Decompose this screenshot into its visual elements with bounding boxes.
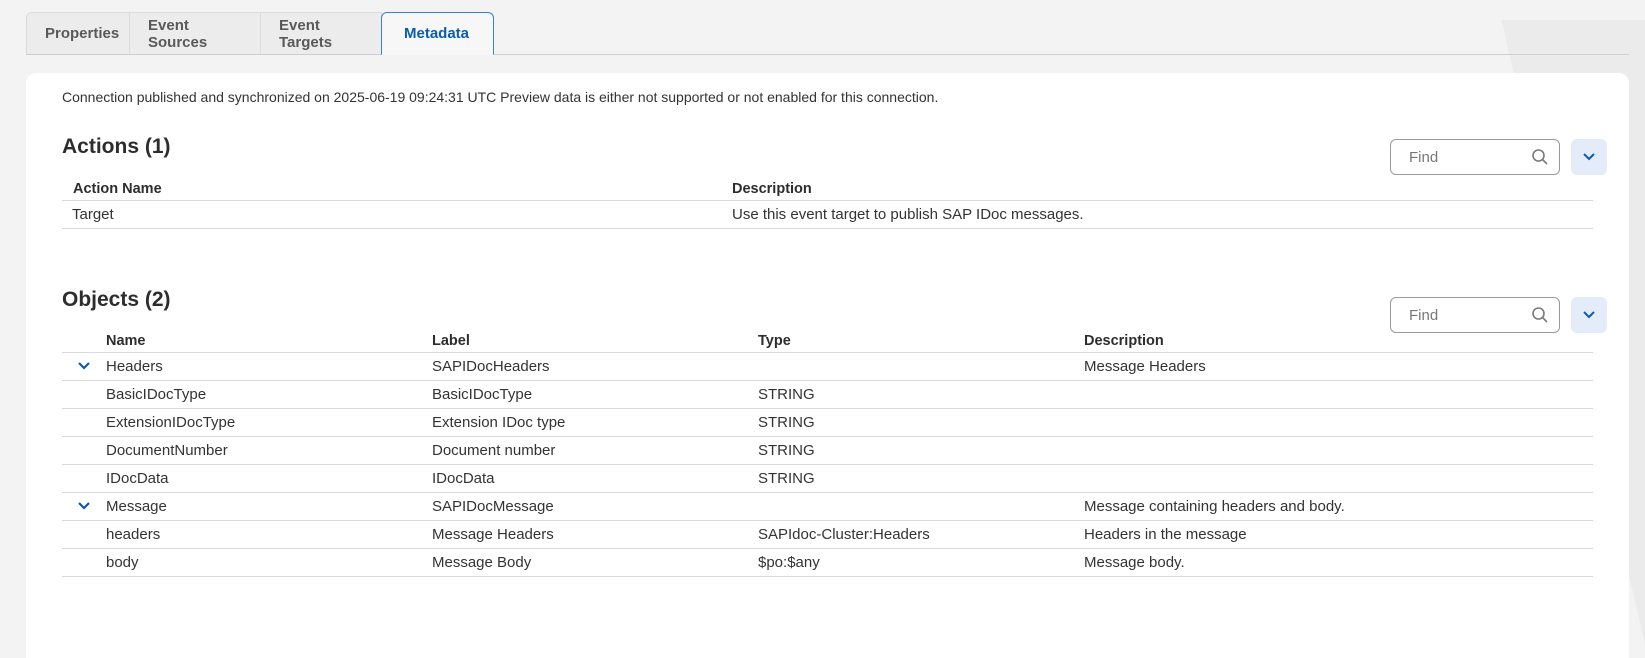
cell-expand[interactable]	[62, 352, 106, 381]
table-row[interactable]: ExtensionIDocType Extension IDoc type STRI…	[62, 408, 1593, 437]
tab-properties[interactable]: Properties	[26, 12, 130, 54]
cell-description	[1084, 464, 1593, 493]
column-header-type: Type	[758, 325, 1084, 353]
cell-label: Document number	[432, 436, 758, 465]
objects-table: Name Label Type Description Headers SAPID…	[62, 325, 1593, 577]
actions-table: Action Name Description Target Use this …	[62, 173, 1593, 229]
objects-title: Objects (2)	[62, 288, 171, 311]
cell-label: Extension IDoc type	[432, 408, 758, 437]
cell-type: SAPIdoc-Cluster:Headers	[758, 520, 1084, 549]
cell-expand	[62, 408, 106, 437]
cell-action-name: Target	[62, 200, 732, 229]
cell-expand	[62, 520, 106, 549]
column-header-description: Description	[1084, 325, 1593, 353]
actions-collapse-button[interactable]	[1571, 139, 1607, 175]
tab-event-sources[interactable]: Event Sources	[129, 12, 261, 54]
cell-type	[758, 492, 1084, 521]
cell-label: IDocData	[432, 464, 758, 493]
column-header-action-name: Action Name	[62, 173, 732, 201]
cell-description	[1084, 436, 1593, 465]
column-header-label: Label	[432, 325, 758, 353]
search-icon[interactable]	[1531, 306, 1549, 324]
table-row[interactable]: body Message Body $po:$any Message body.	[62, 548, 1593, 577]
cell-label: SAPIDocMessage	[432, 492, 758, 521]
tab-label: Metadata	[404, 25, 470, 42]
table-row[interactable]: headers Message Headers SAPIdoc-Cluster:He…	[62, 520, 1593, 549]
tab-event-targets[interactable]: Event Targets	[260, 12, 382, 54]
table-row[interactable]: Target Use this event target to publish …	[62, 200, 1593, 229]
column-header-description: Description	[732, 173, 1593, 201]
table-row[interactable]: Headers SAPIDocHeaders Message Headers	[62, 352, 1593, 381]
tab-bar: Properties Event Sources Event Targets M…	[26, 12, 1629, 55]
cell-description: Headers in the message	[1084, 520, 1593, 549]
search-icon[interactable]	[1531, 148, 1549, 166]
cell-expand	[62, 464, 106, 493]
table-header-row: Name Label Type Description	[62, 325, 1593, 353]
column-header-name: Name	[106, 325, 432, 353]
cell-type: STRING	[758, 464, 1084, 493]
cell-type: STRING	[758, 436, 1084, 465]
cell-description: Use this event target to publish SAP IDo…	[732, 200, 1593, 229]
chevron-down-icon	[1583, 153, 1595, 161]
cell-description: Message Headers	[1084, 352, 1593, 381]
cell-expand	[62, 436, 106, 465]
objects-find-input[interactable]	[1409, 306, 1527, 324]
cell-label: Message Headers	[432, 520, 758, 549]
cell-expand[interactable]	[62, 492, 106, 521]
cell-expand	[62, 548, 106, 577]
cell-description	[1084, 408, 1593, 437]
table-row[interactable]: IDocData IDocData STRING	[62, 464, 1593, 493]
cell-description: Message containing headers and body.	[1084, 492, 1593, 521]
cell-name: DocumentNumber	[106, 436, 432, 465]
tab-label: Event Sources	[148, 16, 208, 51]
cell-label: SAPIDocHeaders	[432, 352, 758, 381]
cell-name: ExtensionIDocType	[106, 408, 432, 437]
actions-find-box	[1390, 139, 1560, 175]
column-header-expand	[62, 325, 106, 353]
cell-name: IDocData	[106, 464, 432, 493]
cell-type	[758, 352, 1084, 381]
cell-type: STRING	[758, 408, 1084, 437]
chevron-down-icon	[1583, 311, 1595, 319]
cell-description: Message body.	[1084, 548, 1593, 577]
chevron-down-icon[interactable]	[77, 501, 91, 511]
tab-label: Properties	[45, 25, 120, 42]
cell-name: BasicIDocType	[106, 380, 432, 409]
cell-type: $po:$any	[758, 548, 1084, 577]
table-header-row: Action Name Description	[62, 173, 1593, 201]
tab-metadata[interactable]: Metadata	[381, 12, 494, 55]
metadata-panel: Connection published and synchronized on…	[26, 73, 1629, 658]
cell-name: body	[106, 548, 432, 577]
actions-title: Actions (1)	[62, 135, 171, 158]
actions-find-input[interactable]	[1409, 148, 1527, 166]
cell-label: Message Body	[432, 548, 758, 577]
tab-label: Event Targets	[279, 16, 333, 51]
cell-type: STRING	[758, 380, 1084, 409]
cell-name: Message	[106, 492, 432, 521]
cell-description	[1084, 380, 1593, 409]
table-row[interactable]: Message SAPIDocMessage Message containing …	[62, 492, 1593, 521]
table-row[interactable]: DocumentNumber Document number STRING	[62, 436, 1593, 465]
cell-name: Headers	[106, 352, 432, 381]
cell-name: headers	[106, 520, 432, 549]
chevron-down-icon[interactable]	[77, 361, 91, 371]
status-text: Connection published and synchronized on…	[62, 89, 939, 105]
cell-label: BasicIDocType	[432, 380, 758, 409]
table-row[interactable]: BasicIDocType BasicIDocType STRING	[62, 380, 1593, 409]
cell-expand	[62, 380, 106, 409]
